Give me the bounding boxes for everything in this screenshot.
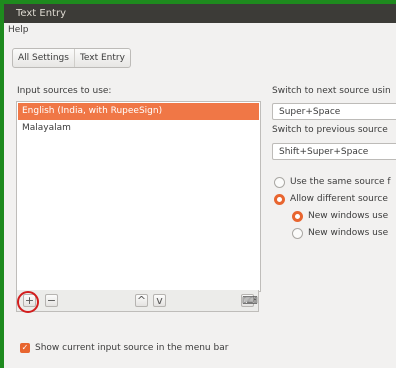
previous-source-shortcut-field[interactable]: Shift+Super+Space (272, 143, 396, 160)
input-sources-heading: Input sources to use: (17, 86, 112, 96)
new-windows-use-radio-1[interactable] (292, 211, 303, 222)
same-source-radio[interactable] (274, 177, 285, 188)
list-item-english-india[interactable]: English (India, with RupeeSign) (18, 103, 259, 120)
new-windows-use-radio-2[interactable] (292, 228, 303, 239)
title-bar[interactable]: Text Entry (4, 4, 396, 23)
next-source-label: Switch to next source usin (272, 86, 391, 96)
input-sources-list[interactable]: English (India, with RupeeSign) Malayala… (16, 101, 261, 292)
highlight-circle-annotation (17, 291, 39, 313)
move-down-button[interactable]: v (153, 294, 166, 307)
show-in-menubar-label: Show current input source in the menu ba… (35, 343, 229, 353)
new-windows-use-label-2: New windows use (308, 228, 389, 238)
same-source-label: Use the same source f (290, 177, 391, 187)
allow-different-label: Allow different source (290, 194, 388, 204)
allow-different-radio[interactable] (274, 194, 285, 205)
move-up-button[interactable]: ^ (135, 294, 148, 307)
text-entry-window: Text Entry Help All Settings Text Entry … (4, 4, 396, 368)
previous-source-label: Switch to previous source (272, 125, 388, 135)
menu-bar: Help (4, 23, 396, 39)
window-title: Text Entry (16, 8, 67, 19)
remove-source-button[interactable]: − (45, 294, 58, 307)
breadcrumb-text-entry[interactable]: Text Entry (73, 49, 130, 67)
breadcrumb: All Settings Text Entry (12, 48, 131, 68)
menu-help[interactable]: Help (8, 25, 29, 35)
keyboard-layout-button[interactable]: ⌨ (241, 294, 258, 307)
next-source-shortcut-field[interactable]: Super+Space (272, 103, 396, 120)
breadcrumb-all-settings[interactable]: All Settings (13, 49, 74, 67)
list-item-malayalam[interactable]: Malayalam (18, 120, 259, 137)
input-sources-toolbar: + − ^ v ⌨ (16, 290, 259, 312)
show-in-menubar-checkbox[interactable]: ✓ (20, 343, 30, 353)
new-windows-use-label-1: New windows use (308, 211, 389, 221)
